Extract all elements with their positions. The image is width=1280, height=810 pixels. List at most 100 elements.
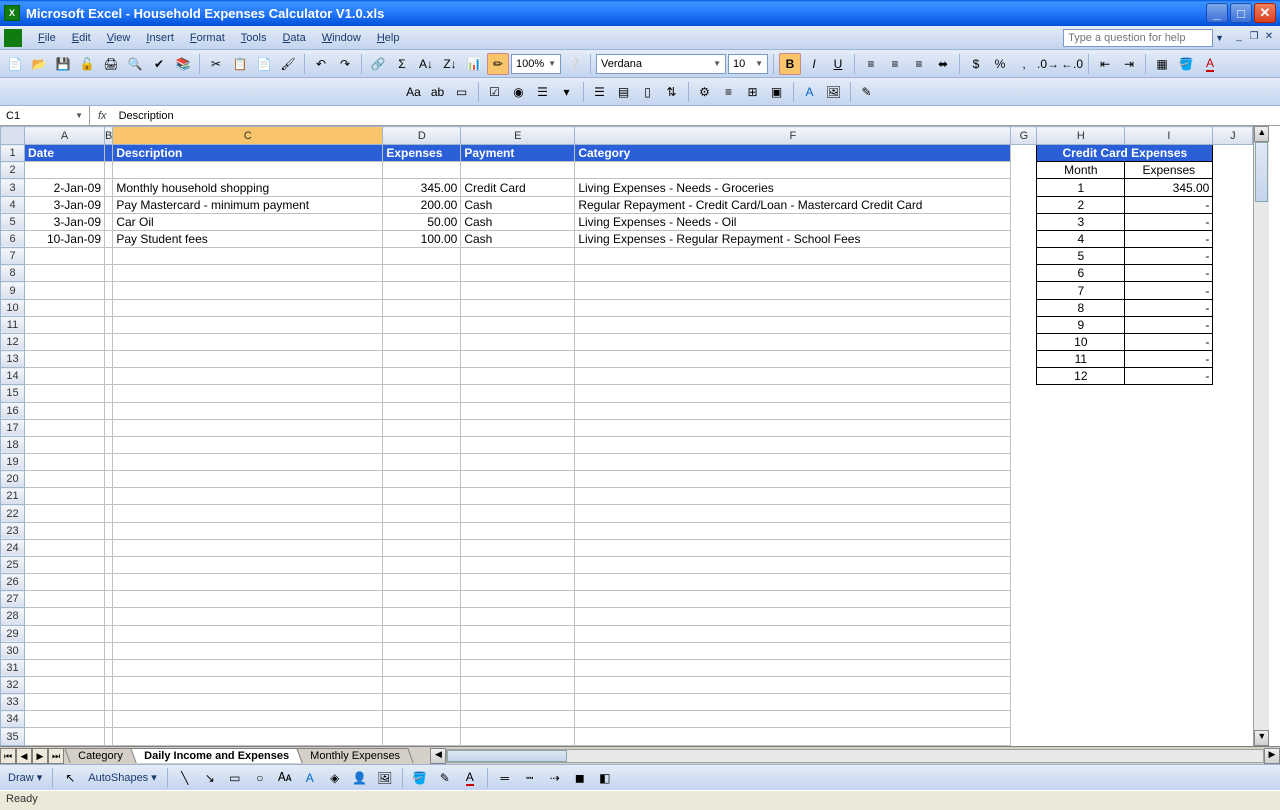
cell-25-A[interactable] bbox=[25, 556, 105, 573]
cell-30-A[interactable] bbox=[25, 642, 105, 659]
row-header-21[interactable]: 21 bbox=[1, 488, 25, 505]
cell-6-D[interactable]: 100.00 bbox=[383, 230, 461, 247]
cell-10-A[interactable] bbox=[25, 299, 105, 316]
maximize-button[interactable]: □ bbox=[1230, 3, 1252, 23]
zoom-dropdown[interactable]: 100%▼ bbox=[511, 54, 561, 74]
cell-13-D[interactable] bbox=[383, 351, 461, 368]
cell-23-J[interactable] bbox=[1213, 522, 1253, 539]
cell-1-B[interactable] bbox=[105, 145, 113, 162]
cc-cell-0-I[interactable]: 345.00 bbox=[1125, 179, 1213, 196]
cell-32-D[interactable] bbox=[383, 677, 461, 694]
cell-4-D[interactable]: 200.00 bbox=[383, 196, 461, 213]
cell-23-I[interactable] bbox=[1125, 522, 1213, 539]
row-header-27[interactable]: 27 bbox=[1, 591, 25, 608]
tab-first-icon[interactable]: ⏮ bbox=[0, 748, 16, 764]
font-color-icon[interactable]: A bbox=[1199, 53, 1221, 75]
cell-15-G[interactable] bbox=[1011, 385, 1037, 402]
cell-29-J[interactable] bbox=[1213, 625, 1253, 642]
sort-asc-icon[interactable]: A↓ bbox=[415, 53, 437, 75]
cell-17-I[interactable] bbox=[1125, 419, 1213, 436]
cell-1-G[interactable] bbox=[1011, 145, 1037, 162]
cell-23-F[interactable] bbox=[575, 522, 1011, 539]
cell-27-J[interactable] bbox=[1213, 591, 1253, 608]
cell-24-I[interactable] bbox=[1125, 539, 1213, 556]
cell-21-C[interactable] bbox=[113, 488, 383, 505]
cell-30-G[interactable] bbox=[1011, 642, 1037, 659]
line-icon[interactable]: ╲ bbox=[174, 767, 196, 789]
checkbox-icon[interactable]: ☑ bbox=[484, 81, 506, 103]
cell-11-E[interactable] bbox=[461, 316, 575, 333]
cell-10-D[interactable] bbox=[383, 299, 461, 316]
scrollbar-icon[interactable]: ▯ bbox=[637, 81, 659, 103]
row-header-24[interactable]: 24 bbox=[1, 539, 25, 556]
cell-26-E[interactable] bbox=[461, 574, 575, 591]
cell-35-I[interactable] bbox=[1125, 728, 1213, 746]
cell-34-D[interactable] bbox=[383, 711, 461, 728]
cell-5-C[interactable]: Car Oil bbox=[113, 213, 383, 230]
cell-7-A[interactable] bbox=[25, 248, 105, 265]
cell-24-J[interactable] bbox=[1213, 539, 1253, 556]
cell-35-D[interactable] bbox=[383, 728, 461, 746]
cell-16-E[interactable] bbox=[461, 402, 575, 419]
cell-26-C[interactable] bbox=[113, 574, 383, 591]
arrow-icon[interactable]: ↘ bbox=[199, 767, 221, 789]
cell-28-I[interactable] bbox=[1125, 608, 1213, 625]
cell-32-H[interactable] bbox=[1037, 677, 1125, 694]
run-dialog-icon[interactable]: ▣ bbox=[766, 81, 788, 103]
align-right-icon[interactable]: ≡ bbox=[908, 53, 930, 75]
vertical-scrollbar[interactable]: ▲ ▼ bbox=[1253, 126, 1269, 746]
redo-icon[interactable]: ↷ bbox=[334, 53, 356, 75]
cell-31-G[interactable] bbox=[1011, 659, 1037, 676]
row-header-6[interactable]: 6 bbox=[1, 230, 25, 247]
undo-icon[interactable]: ↶ bbox=[310, 53, 332, 75]
print-preview-icon[interactable]: 🔍 bbox=[124, 53, 146, 75]
cell-8-F[interactable] bbox=[575, 265, 1011, 282]
cell-20-D[interactable] bbox=[383, 471, 461, 488]
cell-8-G[interactable] bbox=[1011, 265, 1037, 282]
cell-8-D[interactable] bbox=[383, 265, 461, 282]
paste-icon[interactable]: 📄 bbox=[253, 53, 275, 75]
cell-28-D[interactable] bbox=[383, 608, 461, 625]
cc-cell-7-I[interactable]: - bbox=[1125, 299, 1213, 316]
cell-26-B[interactable] bbox=[105, 574, 113, 591]
cell-33-F[interactable] bbox=[575, 694, 1011, 711]
col-header-E[interactable]: E bbox=[461, 127, 575, 145]
row-header-2[interactable]: 2 bbox=[1, 162, 25, 179]
row-header-25[interactable]: 25 bbox=[1, 556, 25, 573]
cell-25-J[interactable] bbox=[1213, 556, 1253, 573]
cell-4-J[interactable] bbox=[1213, 196, 1253, 213]
cell-10-C[interactable] bbox=[113, 299, 383, 316]
cell-27-I[interactable] bbox=[1125, 591, 1213, 608]
cell-32-B[interactable] bbox=[105, 677, 113, 694]
cell-12-C[interactable] bbox=[113, 333, 383, 350]
label-icon[interactable]: Aa bbox=[403, 81, 425, 103]
menu-insert[interactable]: Insert bbox=[138, 30, 182, 46]
cell-32-J[interactable] bbox=[1213, 677, 1253, 694]
cc-sub-H[interactable]: Month bbox=[1037, 162, 1125, 179]
cell-14-J[interactable] bbox=[1213, 368, 1253, 385]
cell-28-F[interactable] bbox=[575, 608, 1011, 625]
cell-33-D[interactable] bbox=[383, 694, 461, 711]
cell-16-I[interactable] bbox=[1125, 402, 1213, 419]
design-mode-icon[interactable]: ✎ bbox=[856, 81, 878, 103]
option-icon[interactable]: ◉ bbox=[508, 81, 530, 103]
cell-10-G[interactable] bbox=[1011, 299, 1037, 316]
doc-restore-button[interactable]: ❐ bbox=[1247, 31, 1261, 45]
cell-21-G[interactable] bbox=[1011, 488, 1037, 505]
cell-17-C[interactable] bbox=[113, 419, 383, 436]
cell-4-E[interactable]: Cash bbox=[461, 196, 575, 213]
cell-3-J[interactable] bbox=[1213, 179, 1253, 196]
doc-minimize-button[interactable]: _ bbox=[1232, 31, 1246, 45]
cell-32-G[interactable] bbox=[1011, 677, 1037, 694]
cell-31-A[interactable] bbox=[25, 659, 105, 676]
cell-24-F[interactable] bbox=[575, 539, 1011, 556]
cell-13-F[interactable] bbox=[575, 351, 1011, 368]
cell-11-F[interactable] bbox=[575, 316, 1011, 333]
cell-29-B[interactable] bbox=[105, 625, 113, 642]
picture-icon[interactable]: 🖼 bbox=[374, 767, 396, 789]
cell-16-A[interactable] bbox=[25, 402, 105, 419]
groupbox-icon[interactable]: ▭ bbox=[451, 81, 473, 103]
cc-cell-1-I[interactable]: - bbox=[1125, 196, 1213, 213]
cell-20-H[interactable] bbox=[1037, 471, 1125, 488]
cell-30-B[interactable] bbox=[105, 642, 113, 659]
